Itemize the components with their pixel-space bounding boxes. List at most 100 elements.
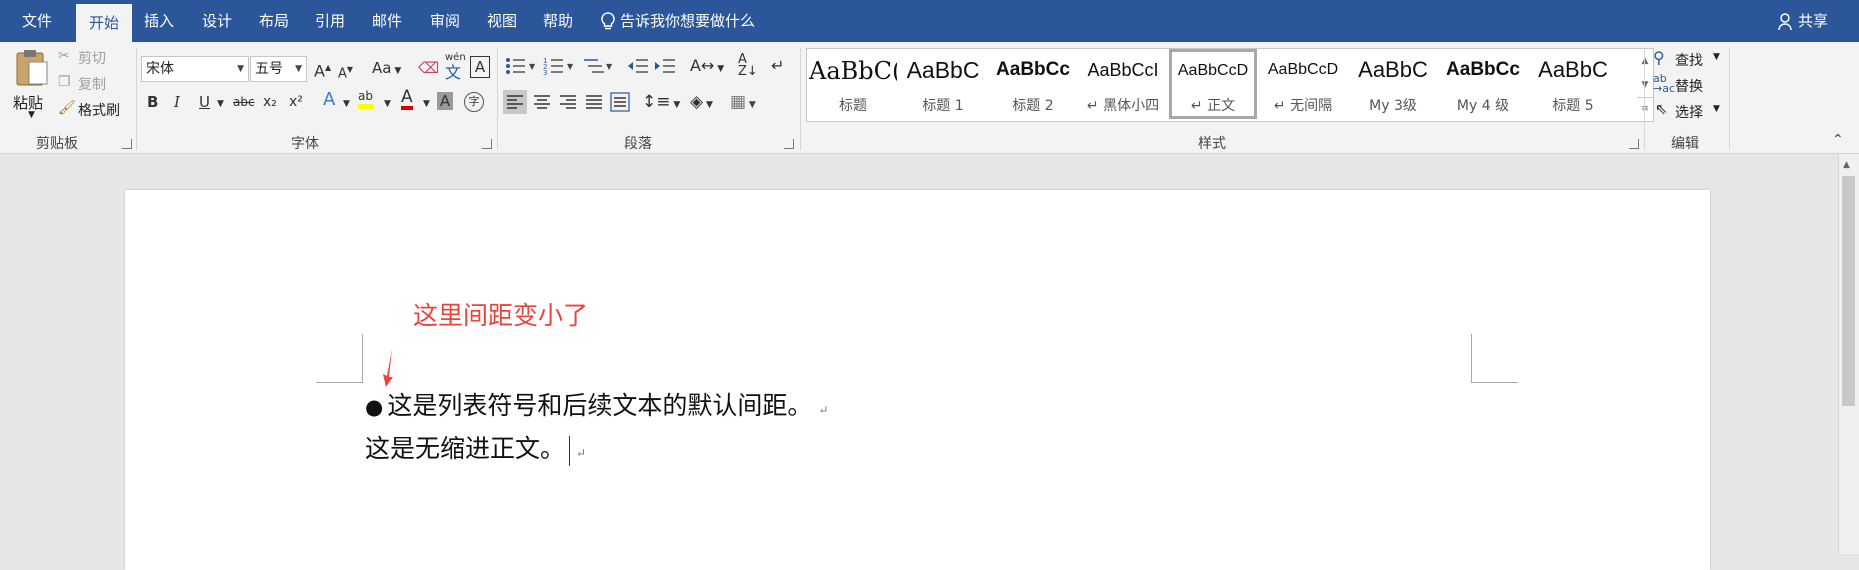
tab-view[interactable]: 视图 xyxy=(487,0,517,42)
decrease-indent-button[interactable] xyxy=(627,56,649,80)
font-family-select[interactable]: 宋体 ▼ xyxy=(141,56,249,82)
align-right-button[interactable] xyxy=(556,90,580,118)
group-divider xyxy=(1644,48,1645,150)
paragraph-mark: ↵ xyxy=(818,403,829,417)
format-painter-button[interactable]: 🖌 格式刷 xyxy=(58,100,138,120)
borders-icon[interactable]: ▦ ▼ xyxy=(730,92,756,115)
align-right-icon xyxy=(560,95,576,109)
group-divider xyxy=(136,48,137,150)
svg-text:▼: ▼ xyxy=(529,62,536,71)
shading-bucket-icon[interactable]: ◈ ▼ xyxy=(690,92,713,115)
change-case-button[interactable]: Aa ▼ xyxy=(372,58,401,81)
char-border-button[interactable]: A xyxy=(470,56,490,78)
share-button[interactable]: 共享 xyxy=(1778,0,1828,42)
font-color-button[interactable]: A xyxy=(401,88,413,110)
style-no-spacing[interactable]: AaBbCcD ↵ 无间隔 xyxy=(1259,49,1347,119)
chevron-down-icon[interactable]: ▼ xyxy=(217,94,224,114)
style-preview: AaBbCc xyxy=(1446,59,1520,80)
tab-help[interactable]: 帮助 xyxy=(543,0,573,42)
line-spacing-icon[interactable]: ↕≡ ▼ xyxy=(642,92,680,115)
list-item[interactable]: ● 这是列表符号和后续文本的默认间距。 ↵ xyxy=(365,386,828,422)
text-direction-icon[interactable]: A↔ ▼ xyxy=(690,56,724,79)
chevron-up-icon[interactable]: ▲ xyxy=(1843,160,1850,170)
replace-label: 替换 xyxy=(1675,79,1703,95)
find-button[interactable]: ⚲ 查找 ▼ xyxy=(1653,48,1733,70)
align-left-button[interactable] xyxy=(503,90,527,114)
tab-insert[interactable]: 插入 xyxy=(144,0,174,42)
style-title[interactable]: AaBbC( 标题 xyxy=(809,49,897,119)
style-heading-1[interactable]: AaBbC 标题 1 xyxy=(899,49,987,119)
paste-button[interactable]: 粘贴 ▼ xyxy=(10,46,54,126)
tell-me-text: 告诉我你想要做什么 xyxy=(620,12,756,30)
bullet-mark: ● xyxy=(365,395,384,419)
select-label: 选择 xyxy=(1675,105,1703,121)
subscript-button[interactable]: x₂ xyxy=(263,92,277,112)
grow-font-button[interactable]: A▲ xyxy=(314,58,331,81)
distributed-button[interactable] xyxy=(608,90,632,118)
tab-references[interactable]: 引用 xyxy=(315,0,345,42)
paragraph-launcher-icon[interactable] xyxy=(784,139,794,149)
style-preview: AaBbC xyxy=(1538,57,1608,82)
align-center-button[interactable] xyxy=(530,90,554,118)
chevron-down-icon[interactable]: ▼ xyxy=(1637,73,1653,97)
text-effects-button[interactable]: A xyxy=(323,90,335,110)
align-center-icon xyxy=(534,95,550,109)
bullets-button[interactable]: ▼ xyxy=(505,56,539,80)
chevron-up-icon[interactable]: ▲ xyxy=(1637,49,1653,73)
share-label: 共享 xyxy=(1798,12,1829,30)
grow-font-icon: A xyxy=(314,61,325,81)
style-heiti-xiaosi[interactable]: AaBbCcI ↵ 黑体小四 xyxy=(1079,49,1167,119)
tab-file[interactable]: 文件 xyxy=(22,0,52,42)
show-formatting-icon[interactable]: ↵ xyxy=(771,56,784,76)
cut-button[interactable]: ✂ 剪切 xyxy=(58,48,138,68)
clear-format-icon[interactable]: ⌫ xyxy=(418,58,439,78)
vertical-scrollbar[interactable]: ▲ xyxy=(1838,154,1859,554)
strikethrough-button[interactable]: abc xyxy=(233,92,255,112)
phonetic-guide-button[interactable]: wén 文 xyxy=(445,52,466,82)
italic-button[interactable]: I xyxy=(174,92,180,112)
select-button[interactable]: ⇖ 选择 ▼ xyxy=(1653,100,1733,122)
increase-indent-button[interactable] xyxy=(654,56,676,80)
scroll-thumb[interactable] xyxy=(1842,176,1855,406)
tell-me-box[interactable]: 告诉我你想要做什么 xyxy=(600,0,755,42)
chevron-down-icon[interactable]: ▼ xyxy=(384,94,391,114)
enclose-char-button[interactable]: 字 xyxy=(464,92,484,112)
tab-home[interactable]: 开始 xyxy=(76,4,132,42)
style-name: 标题 xyxy=(839,98,867,114)
underline-button[interactable]: U xyxy=(199,92,210,112)
char-shading-button[interactable]: A xyxy=(437,92,453,110)
sort-icon[interactable]: A Z↓ xyxy=(738,53,758,78)
font-launcher-icon[interactable] xyxy=(482,139,492,149)
styles-launcher-icon[interactable] xyxy=(1629,139,1639,149)
justify-button[interactable] xyxy=(582,90,606,118)
body-paragraph[interactable]: 这是无缩进正文。 ↵ xyxy=(365,429,586,466)
style-normal[interactable]: AaBbCcD ↵ 正文 xyxy=(1169,49,1257,119)
tab-mailings[interactable]: 邮件 xyxy=(372,0,402,42)
highlight-button[interactable]: ab xyxy=(358,88,373,109)
superscript-button[interactable]: x² xyxy=(289,92,303,112)
clipboard-launcher-icon[interactable] xyxy=(122,139,132,149)
chevron-down-icon: ▼ xyxy=(237,64,244,74)
chevron-down-icon[interactable]: ▼ xyxy=(423,94,430,114)
style-heading-5[interactable]: AaBbC 标题 5 xyxy=(1529,49,1617,119)
multilevel-list-button[interactable]: ▼ xyxy=(582,56,616,80)
chevron-down-icon[interactable]: ▼ xyxy=(343,94,350,114)
svg-text:▼: ▼ xyxy=(606,62,613,71)
style-preview: AaBbC xyxy=(1358,57,1428,82)
font-size-select[interactable]: 五号 ▼ xyxy=(250,56,307,82)
collapse-ribbon-icon[interactable]: ⌃ xyxy=(1832,132,1844,148)
style-name: ↵ 无间隔 xyxy=(1273,98,1333,114)
numbering-button[interactable]: 1 2 3 ▼ xyxy=(543,56,577,80)
tab-design[interactable]: 设计 xyxy=(202,0,232,42)
tab-review[interactable]: 审阅 xyxy=(430,0,460,42)
more-styles-icon[interactable]: ≡ xyxy=(1637,97,1653,120)
style-heading-2[interactable]: AaBbCc 标题 2 xyxy=(989,49,1077,119)
style-my-3[interactable]: AaBbC My 3级 xyxy=(1349,49,1437,119)
bold-button[interactable]: B xyxy=(147,92,158,112)
shrink-font-button[interactable]: A▼ xyxy=(338,60,353,84)
paragraph-mark: ↵ xyxy=(576,446,587,460)
style-my-4[interactable]: AaBbCc My 4 级 xyxy=(1439,49,1527,119)
replace-button[interactable]: ab →ac 替换 xyxy=(1653,73,1733,96)
copy-button[interactable]: ❐ 复制 xyxy=(58,74,138,94)
tab-layout[interactable]: 布局 xyxy=(259,0,289,42)
